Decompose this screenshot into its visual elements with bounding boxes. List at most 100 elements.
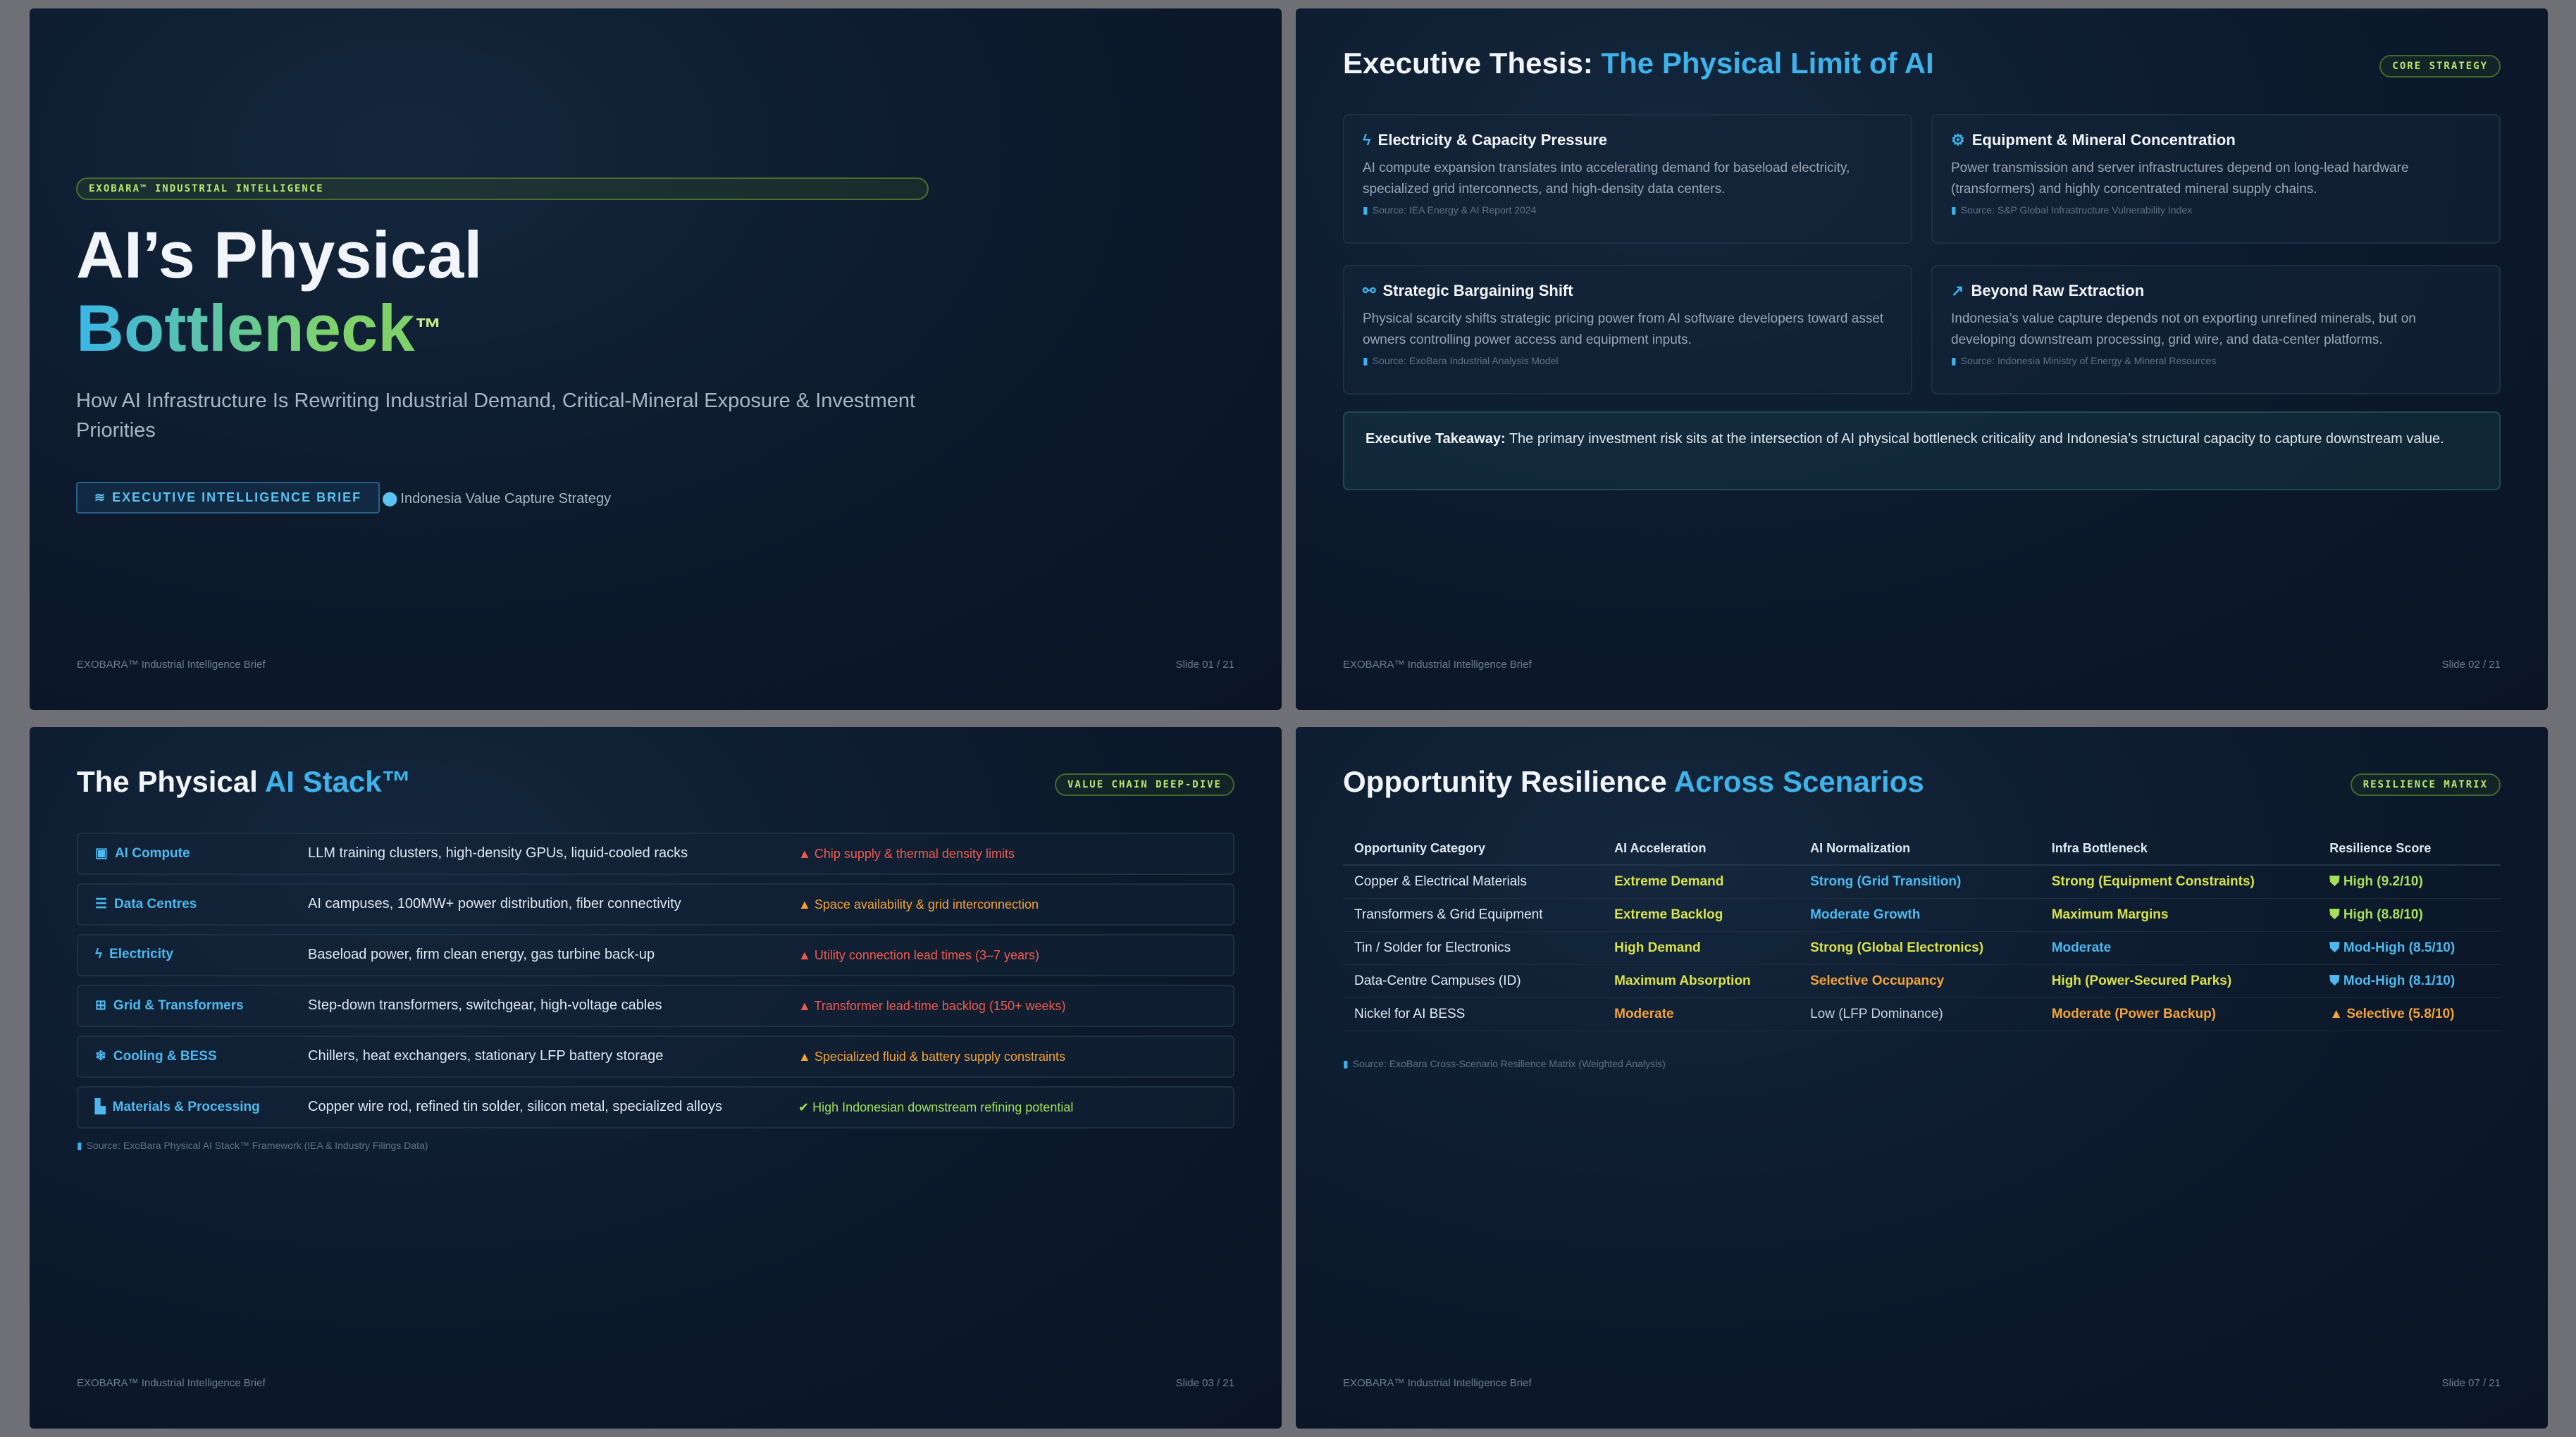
map-pin-icon: ⬤ bbox=[382, 491, 398, 506]
shield-icon: ⛊ bbox=[2329, 874, 2340, 889]
card-source-text: Source: S&P Global Infrastructure Vulner… bbox=[1960, 204, 2193, 216]
warning-icon: ▲ bbox=[798, 999, 811, 1013]
stack-layer-name: ⊞ Grid & Transformers bbox=[95, 997, 244, 1014]
trend-up-icon: ↗ bbox=[1951, 282, 1964, 299]
stack-layer-desc: Copper wire rod, refined tin solder, sil… bbox=[308, 1099, 723, 1114]
server-icon: ☰ bbox=[95, 897, 108, 912]
normalization-cell: Strong (Grid Transition) bbox=[1799, 865, 2041, 899]
risk-text: High Indonesian downstream refining pote… bbox=[812, 1100, 1074, 1114]
warning-icon: ▲ bbox=[798, 897, 811, 912]
table-row: Transformers & Grid Equipment Extreme Ba… bbox=[1343, 898, 2501, 932]
stack-row: ▣ AI Compute LLM training clusters, high-… bbox=[77, 833, 1234, 875]
executive-brief-label: EXECUTIVE INTELLIGENCE BRIEF bbox=[112, 490, 362, 504]
slide-number: Slide 03 / 21 bbox=[1175, 1377, 1234, 1389]
acceleration-cell: High Demand bbox=[1603, 931, 1800, 965]
cover-title-highlight: Bottleneck bbox=[76, 291, 415, 365]
slide-title: The Physical AI Stack™ bbox=[77, 765, 411, 799]
stack-layer-risk: ▲ Transformer lead-time backlog (150+ we… bbox=[798, 999, 1066, 1014]
stack-row: ☰ Data Centres AI campuses, 100MW+ power … bbox=[77, 883, 1234, 926]
slide-number: Slide 07 / 21 bbox=[2441, 1377, 2501, 1389]
stack-row: ❄ Cooling & BESS Chillers, heat exchanger… bbox=[77, 1035, 1234, 1078]
table-header-row: Opportunity Category AI Acceleration AI … bbox=[1343, 833, 2501, 866]
card-source-text: Source: IEA Energy & AI Report 2024 bbox=[1372, 204, 1537, 216]
score-cell: ⛊ Mod-High (8.1/10) bbox=[2318, 964, 2501, 998]
executive-takeaway: Executive Takeaway: The primary investme… bbox=[1343, 411, 2501, 490]
stack-layer-risk: ▲ Space availability & grid interconnect… bbox=[798, 897, 1039, 912]
bottleneck-cell: Moderate bbox=[2040, 931, 2319, 965]
score-cell: ⛊ High (8.8/10) bbox=[2318, 898, 2501, 932]
column-header: Opportunity Category bbox=[1343, 833, 1604, 866]
card-source: ▮ Source: S&P Global Infrastructure Vulne… bbox=[1951, 204, 2481, 216]
slide-title-cover[interactable]: EXOBARA™ INDUSTRIAL INTELLIGENCE AI’s Ph… bbox=[30, 8, 1282, 710]
stack-layer-risk: ▲ Specialized fluid & battery supply con… bbox=[798, 1050, 1065, 1064]
slide-tag: RESILIENCE MATRIX bbox=[2350, 773, 2501, 796]
table-row: Data-Centre Campuses (ID) Maximum Absorp… bbox=[1343, 964, 2501, 998]
stack-layer-label: Electricity bbox=[109, 947, 173, 962]
slide-title-text: Executive Thesis: bbox=[1343, 46, 1593, 80]
card-source: ▮ Source: ExoBara Industrial Analysis Mod… bbox=[1363, 355, 1893, 367]
bolt-icon: ϟ bbox=[1363, 131, 1371, 149]
acceleration-cell: Extreme Demand bbox=[1603, 865, 1800, 899]
stack-layer-desc: LLM training clusters, high-density GPUs… bbox=[308, 845, 688, 861]
stack-layer-desc: Chillers, heat exchangers, stationary LF… bbox=[308, 1048, 664, 1064]
slide-resilience-matrix[interactable]: Opportunity Resilience Across Scenarios … bbox=[1296, 727, 2548, 1429]
acceleration-cell: Moderate bbox=[1603, 997, 1800, 1031]
footer-brand: EXOBARA™ Industrial Intelligence Brief bbox=[77, 1377, 266, 1389]
bolt-icon: ϟ bbox=[95, 947, 103, 962]
acceleration-cell: Extreme Backlog bbox=[1603, 898, 1800, 932]
footer-brand: EXOBARA™ Industrial Intelligence Brief bbox=[1343, 659, 1532, 671]
slide-number: Slide 01 / 21 bbox=[1175, 659, 1234, 671]
executive-brief-button[interactable]: ≋ EXECUTIVE INTELLIGENCE BRIEF bbox=[76, 482, 380, 514]
matrix-source-text: Source: ExoBara Cross-Scenario Resilienc… bbox=[1352, 1058, 1666, 1069]
slide-title-accent: Across Scenarios bbox=[1673, 765, 1924, 798]
table-row: Nickel for AI BESS Moderate Low (LFP Dom… bbox=[1343, 997, 2501, 1031]
card-source: ▮ Source: IEA Energy & AI Report 2024 bbox=[1363, 204, 1893, 216]
trademark-mark: ™ bbox=[414, 313, 442, 343]
thesis-card: ϟ Electricity & Capacity Pressure AI comp… bbox=[1343, 114, 1912, 244]
takeaway-text: The primary investment risk sits at the … bbox=[1505, 431, 2444, 447]
category-cell: Transformers & Grid Equipment bbox=[1343, 898, 1604, 932]
slide-physical-ai-stack[interactable]: The Physical AI Stack™ VALUE CHAIN DEEP-… bbox=[30, 727, 1282, 1429]
stack-source: ▮ Source: ExoBara Physical AI Stack™ Fram… bbox=[77, 1140, 428, 1152]
category-cell: Nickel for AI BESS bbox=[1343, 997, 1604, 1031]
warning-icon: ▲ bbox=[798, 847, 811, 861]
warning-icon: ▲ bbox=[2329, 1007, 2343, 1021]
stack-layer-desc: AI campuses, 100MW+ power distribution, … bbox=[308, 896, 681, 912]
normalization-cell: Moderate Growth bbox=[1799, 898, 2041, 932]
bottleneck-cell: Moderate (Power Backup) bbox=[2040, 997, 2319, 1031]
stack-row: ϟ Electricity Baseload power, firm clean … bbox=[77, 934, 1234, 976]
grid-icon: ⊞ bbox=[95, 998, 106, 1013]
card-body: Indonesia’s value capture depends not on… bbox=[1951, 311, 2416, 347]
score-text: Mod-High (8.5/10) bbox=[2343, 940, 2456, 955]
resilience-table: Opportunity Category AI Acceleration AI … bbox=[1343, 833, 2501, 1031]
slide-tag: CORE STRATEGY bbox=[2379, 55, 2501, 77]
gears-icon: ⚙ bbox=[1951, 131, 1965, 149]
bottleneck-cell: Strong (Equipment Constraints) bbox=[2040, 865, 2319, 899]
risk-text: Specialized fluid & battery supply const… bbox=[814, 1050, 1066, 1064]
column-header: AI Normalization bbox=[1799, 833, 2041, 866]
database-icon: ▮ bbox=[1363, 204, 1368, 216]
stack-layer-label: AI Compute bbox=[114, 846, 190, 861]
cover-title-line2: Bottleneck™ bbox=[76, 293, 442, 363]
takeaway-label: Executive Takeaway: bbox=[1366, 431, 1506, 447]
stack-layer-desc: Step-down transformers, switchgear, high… bbox=[308, 997, 662, 1013]
factory-icon: ▙ bbox=[95, 1100, 106, 1114]
thesis-card: ⚙ Equipment & Mineral Concentration Power… bbox=[1931, 114, 2501, 244]
category-cell: Tin / Solder for Electronics bbox=[1343, 931, 1604, 965]
slide-title: Executive Thesis: The Physical Limit of … bbox=[1343, 46, 1934, 80]
score-text: Mod-High (8.1/10) bbox=[2343, 973, 2456, 988]
column-header: AI Acceleration bbox=[1603, 833, 1800, 866]
location-text: Indonesia Value Capture Strategy bbox=[400, 491, 612, 506]
score-cell: ▲ Selective (5.8/10) bbox=[2318, 997, 2501, 1031]
category-cell: Data-Centre Campuses (ID) bbox=[1343, 964, 1604, 998]
database-icon: ▮ bbox=[1951, 204, 1957, 216]
card-heading: ⚯ Strategic Bargaining Shift bbox=[1363, 282, 1893, 300]
slide-executive-thesis[interactable]: Executive Thesis: The Physical Limit of … bbox=[1296, 8, 2548, 710]
database-icon: ▮ bbox=[1363, 355, 1368, 366]
stack-layer-risk: ▲ Chip supply & thermal density limits bbox=[798, 847, 1015, 861]
shield-icon: ⛊ bbox=[2329, 940, 2340, 955]
score-text: High (8.8/10) bbox=[2343, 907, 2423, 922]
risk-text: Chip supply & thermal density limits bbox=[814, 847, 1015, 861]
card-body: Physical scarcity shifts strategic prici… bbox=[1363, 311, 1884, 347]
bottleneck-cell: Maximum Margins bbox=[2040, 898, 2319, 932]
